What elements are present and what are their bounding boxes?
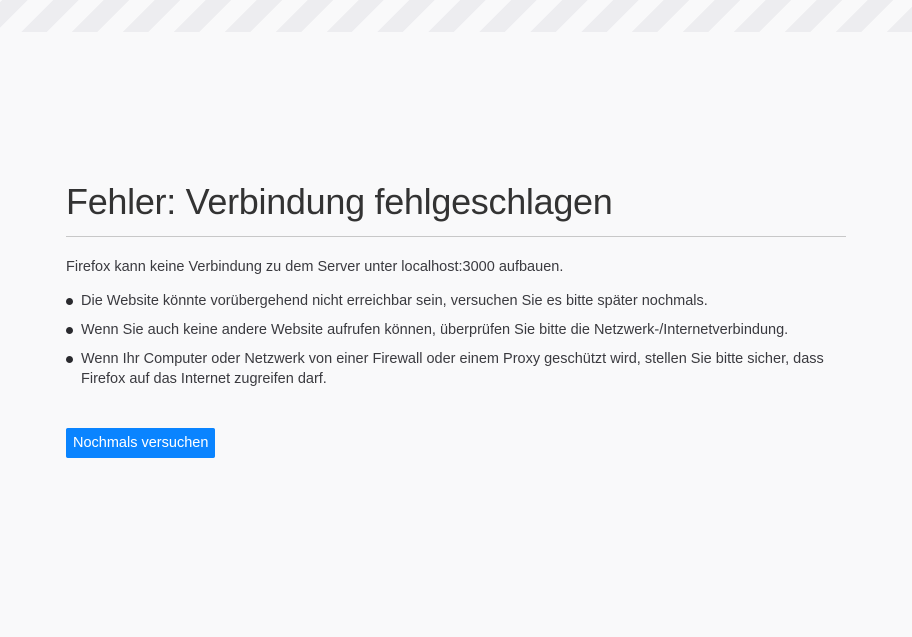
suggestion-text: Die Website könnte vorübergehend nicht e…: [81, 293, 708, 309]
bullet-icon: [66, 356, 73, 363]
retry-button[interactable]: Nochmals versuchen: [66, 428, 216, 458]
suggestion-list: Die Website könnte vorübergehend nicht e…: [66, 291, 846, 389]
error-description: Firefox kann keine Verbindung zu dem Ser…: [66, 259, 564, 275]
suggestion-text: Wenn Sie auch keine andere Website aufru…: [81, 322, 789, 338]
list-item: Die Website könnte vorübergehend nicht e…: [66, 291, 846, 311]
bullet-icon: [66, 298, 73, 305]
list-item: Wenn Ihr Computer oder Netzwerk von eine…: [66, 349, 846, 389]
bullet-icon: [66, 327, 73, 334]
warning-stripe-banner: [0, 0, 912, 32]
list-item: Wenn Sie auch keine andere Website aufru…: [66, 320, 846, 340]
suggestion-text: Wenn Ihr Computer oder Netzwerk von eine…: [81, 351, 824, 387]
error-title: Fehler: Verbindung fehlgeschlagen: [66, 178, 846, 237]
error-page-container: Fehler: Verbindung fehlgeschlagen Firefo…: [66, 178, 846, 458]
